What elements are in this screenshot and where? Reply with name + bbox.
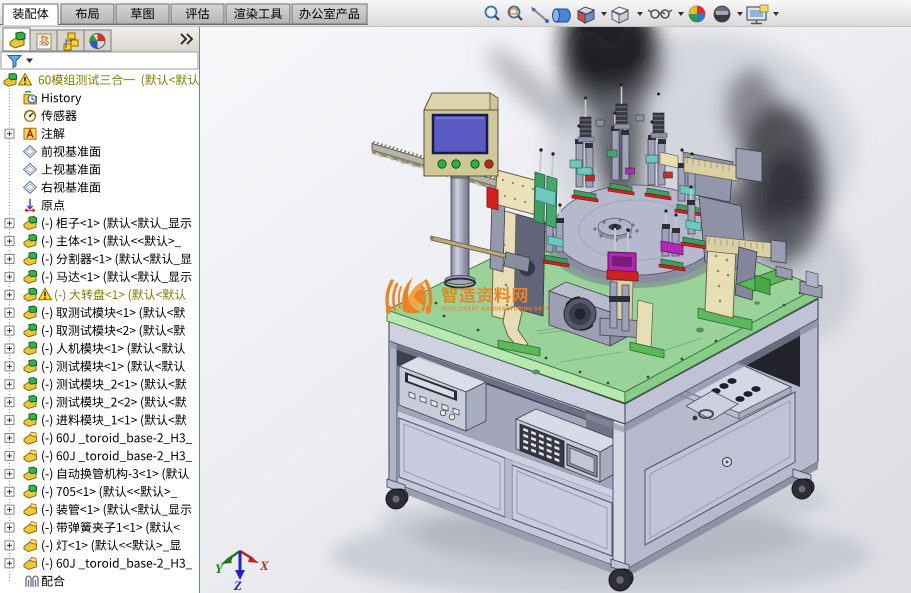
svg-text:Y: Y [215,561,224,576]
svg-text:X: X [259,558,269,573]
svg-text:Z: Z [233,578,242,593]
